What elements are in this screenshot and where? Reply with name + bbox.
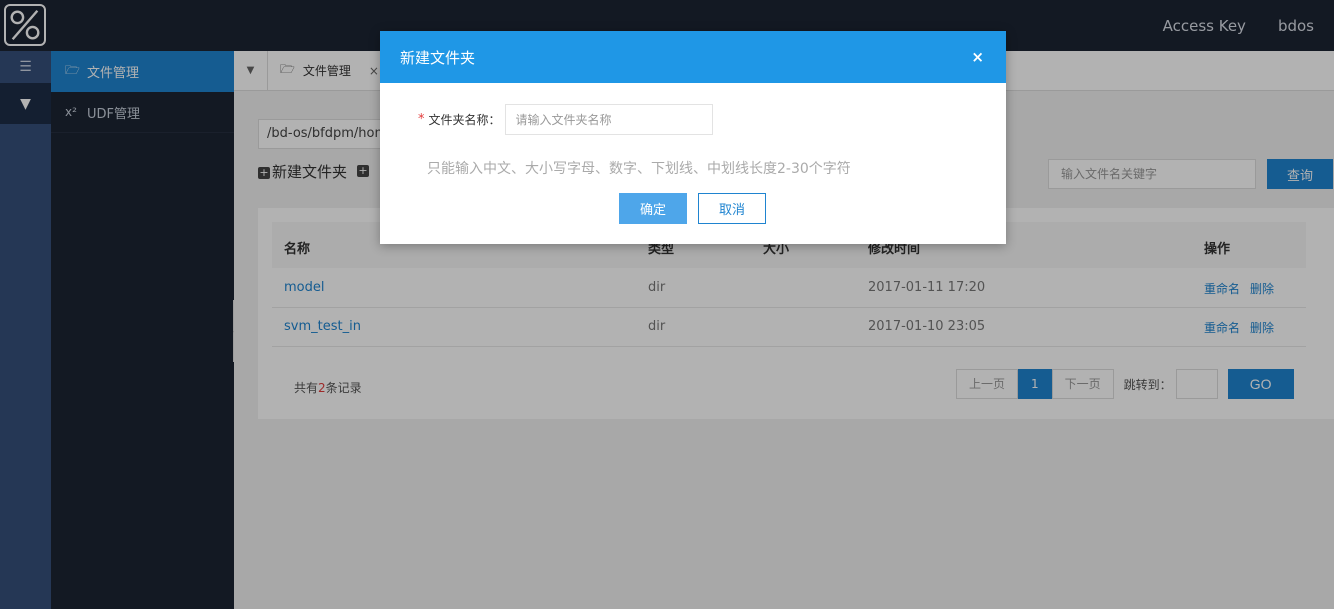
folder-name-input[interactable] (504, 104, 713, 135)
dialog-title: 新建文件夹 (400, 48, 476, 67)
new-folder-dialog: 新建文件夹 × * 文件夹名称： 只能输入中文、大小写字母、数字、下划线、中划线… (380, 31, 1006, 244)
cancel-button[interactable]: 取消 (698, 193, 766, 224)
confirm-button[interactable]: 确定 (619, 193, 687, 224)
dialog-header: 新建文件夹 × (380, 31, 1006, 83)
folder-name-label: 文件夹名称： (428, 113, 501, 127)
validation-hint: 只能输入中文、大小写字母、数字、下划线、中划线长度2-30个字符 (427, 161, 851, 177)
close-icon[interactable]: × (971, 48, 984, 66)
folder-name-row: * 文件夹名称： (418, 104, 713, 135)
required-mark: * (418, 112, 425, 127)
